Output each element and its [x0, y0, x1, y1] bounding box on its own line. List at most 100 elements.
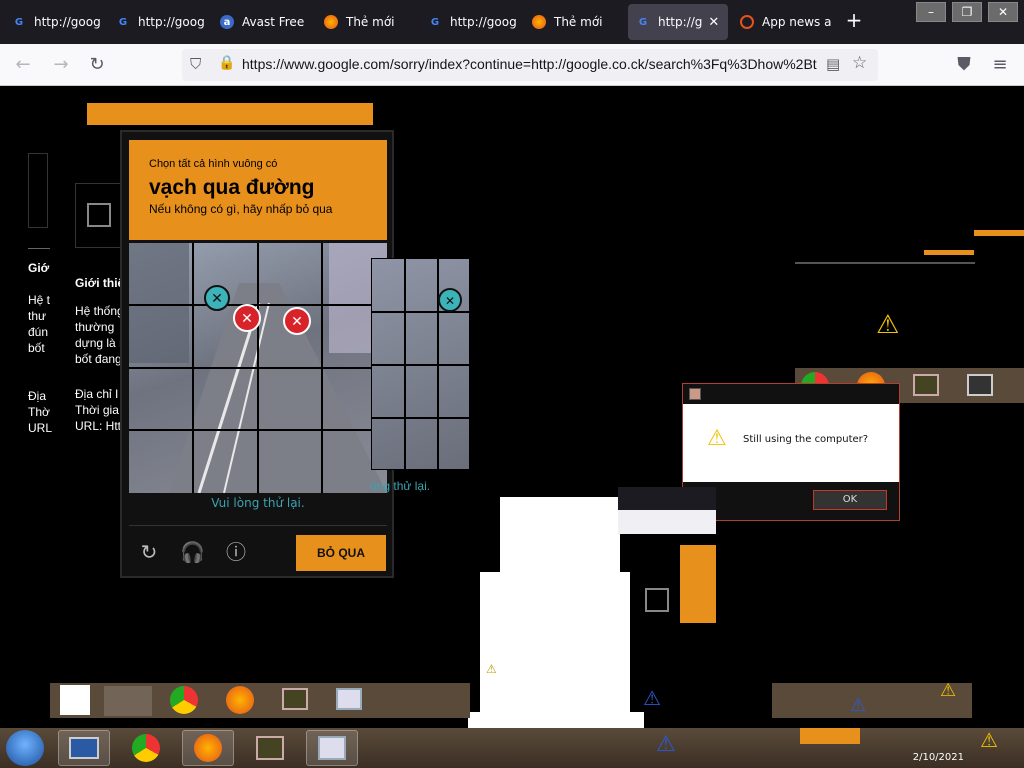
tab-title: http://goog [450, 15, 517, 29]
google-icon: G [430, 16, 440, 28]
notepad-icon [318, 736, 346, 760]
taskbar-explorer[interactable] [58, 730, 110, 766]
reader-view-icon[interactable]: ▤ [826, 55, 840, 73]
taskbar-app[interactable] [244, 730, 296, 766]
dialog-message: Still using the computer? [743, 434, 869, 445]
ghost-line: thường [75, 320, 115, 334]
lock-icon[interactable]: 🔒 [218, 55, 235, 71]
captcha-ghost-image: ✕ [372, 259, 471, 471]
app-icon [689, 388, 701, 400]
ghost-addr: Địa Thờ URL [28, 388, 52, 436]
tab-1[interactable]: G http://goog [4, 4, 104, 40]
warning-icon: ⚠ [850, 695, 867, 716]
dialog-body: ⚠ Still using the computer? [683, 404, 899, 482]
captcha-image: ✕ ✕ ✕ [129, 243, 387, 493]
glitch-bar [795, 262, 975, 264]
captcha-ghost [680, 545, 716, 623]
nav-bar: ← → ↻ ⛉ 🔒 https://www.google.com/sorry/i… [0, 44, 1024, 86]
captcha-ghost-msg: òng thử lại. [370, 479, 431, 493]
captcha-image-grid[interactable]: ✕ ✕ ✕ [129, 243, 387, 493]
warning-icon: ⚠ [876, 310, 900, 340]
start-button[interactable] [6, 730, 44, 766]
warning-icon: ⚠ [643, 686, 661, 710]
reload-icon[interactable]: ↻ [84, 52, 110, 78]
chrome-icon [132, 734, 160, 762]
close-window-button[interactable]: ✕ [988, 2, 1018, 22]
taskbar: ⚠ ⚠ 2/10/2021 [0, 728, 1024, 768]
error-icon: ✕ [291, 314, 303, 330]
pocket-icon[interactable]: ⛊ [951, 52, 977, 78]
warning-icon: ⚠ [980, 728, 998, 752]
skip-button[interactable]: BỎ QUA [296, 535, 386, 571]
screen: G http://goog G http://goog a Avast Free… [0, 0, 1024, 768]
app-icon [336, 688, 362, 710]
back-icon[interactable]: ← [10, 52, 36, 78]
taskbar-clock: 2/10/2021 [912, 752, 964, 763]
ghost-line: dựng là r [75, 336, 124, 350]
minimize-button[interactable]: – [916, 2, 946, 22]
ghost-heading: Giớ [28, 261, 50, 275]
warning-icon: ⚠ [486, 662, 497, 676]
tab-2[interactable]: G http://goog [108, 4, 208, 40]
forward-icon[interactable]: → [48, 52, 74, 78]
maximize-button[interactable]: ❐ [952, 2, 982, 22]
captcha-target: vạch qua đường [149, 176, 315, 199]
avast-icon: a [220, 15, 234, 29]
tab-title: http://goog [138, 15, 205, 29]
ghost-para: Hệ thống thường dựng là r bốt đang [75, 303, 124, 367]
firefox-icon [324, 15, 338, 29]
divider [28, 248, 50, 249]
info-icon[interactable]: ⓘ [224, 540, 248, 564]
app-icon [740, 15, 754, 29]
close-tab-icon[interactable]: ✕ [708, 15, 719, 30]
ghost-checkbox [645, 588, 669, 612]
shield-icon[interactable]: ⛉ [190, 55, 201, 73]
google-icon: G [14, 16, 24, 28]
ghost-line: thư [28, 309, 47, 323]
firefox-icon [194, 734, 222, 762]
firefox-icon [532, 15, 546, 29]
url-text[interactable]: https://www.google.com/sorry/index?conti… [242, 56, 817, 72]
google-icon: G [638, 16, 648, 28]
refresh-icon[interactable]: ↻ [137, 540, 161, 564]
tab-3[interactable]: a Avast Free [212, 4, 312, 40]
tab-5[interactable]: G http://goog [420, 4, 520, 40]
tab-4[interactable]: Thẻ mới [316, 4, 416, 40]
app-icon [256, 736, 284, 760]
audio-icon[interactable]: 🎧 [180, 540, 205, 564]
tab-8[interactable]: App news a [732, 4, 836, 40]
warning-icon: ⚠ [707, 426, 727, 451]
captcha-header-ghost [87, 103, 373, 125]
warning-icon: ⚠ [940, 680, 957, 701]
tab-6[interactable]: Thẻ mới [524, 4, 624, 40]
ghost-heading: Giới thiệ [75, 276, 125, 290]
ghost-line: Hệ t [28, 293, 51, 307]
glitch-block [480, 572, 630, 712]
bookmark-star-icon[interactable]: ☆ [852, 53, 867, 73]
captcha-instruction: Chọn tất cả hình vuông có [149, 158, 278, 170]
captcha-header: Chọn tất cả hình vuông có vạch qua đường… [129, 140, 387, 240]
selected-tile-icon: ✕ [445, 294, 455, 308]
firefox-icon [226, 686, 254, 714]
tab-7-active[interactable]: G http://g ✕ [628, 4, 728, 40]
url-bar[interactable]: ⛉ 🔒 https://www.google.com/sorry/index?c… [182, 49, 878, 81]
ghost-line: Địa [28, 389, 47, 403]
error-icon: ✕ [241, 311, 253, 327]
tab-title: Avast Free [242, 15, 305, 29]
chrome-icon [170, 686, 198, 714]
taskbar-ghost [50, 683, 470, 718]
google-icon: G [118, 16, 128, 28]
browser-ghost [618, 510, 716, 534]
ok-button[interactable]: OK [813, 490, 887, 510]
taskbar-chrome[interactable] [120, 730, 172, 766]
ghost-block [60, 685, 90, 715]
menu-icon[interactable]: ≡ [987, 52, 1013, 78]
taskbar-firefox[interactable] [182, 730, 234, 766]
taskbar-notepad[interactable] [306, 730, 358, 766]
app-icon [913, 374, 939, 396]
tab-title: Thẻ mới [346, 15, 395, 29]
warning-icon: ⚠ [656, 732, 676, 757]
new-tab-button[interactable]: + [842, 8, 866, 36]
ghost-para: Hệ t thư đún bốt [28, 292, 50, 356]
ghost-line: Hệ thống [75, 304, 124, 318]
